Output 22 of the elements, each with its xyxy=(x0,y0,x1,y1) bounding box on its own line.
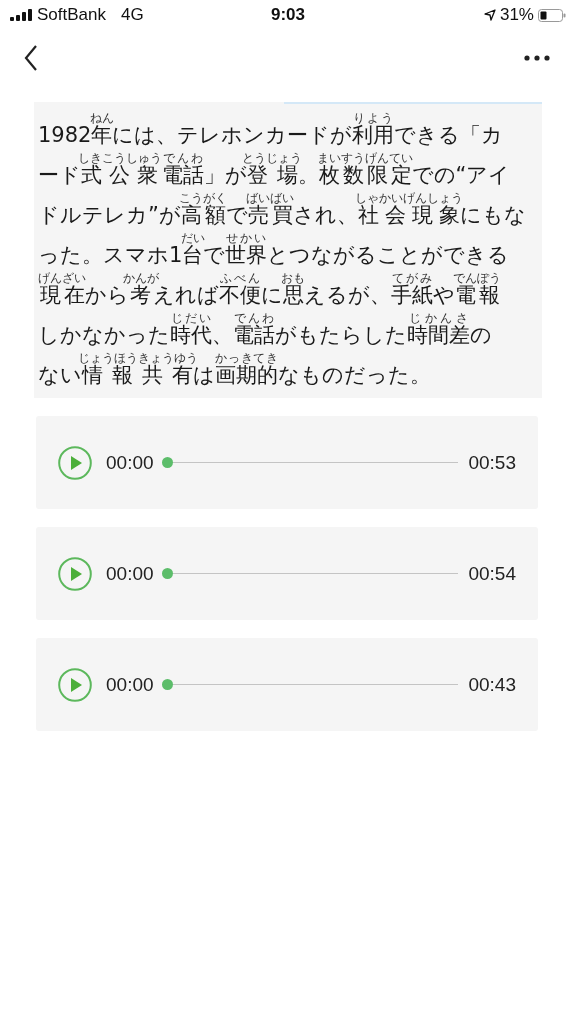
progress-thumb[interactable] xyxy=(161,568,173,579)
status-time: 9:03 xyxy=(269,5,306,25)
more-icon[interactable] xyxy=(524,55,550,61)
network-type: 4G xyxy=(121,5,144,25)
duration-time: 00:43 xyxy=(468,673,516,696)
carrier-name: SoftBank xyxy=(37,5,106,25)
back-icon[interactable] xyxy=(24,45,38,71)
current-time: 00:00 xyxy=(106,451,154,474)
current-time: 00:00 xyxy=(106,562,154,585)
duration-time: 00:54 xyxy=(468,562,516,585)
battery-icon xyxy=(538,8,566,22)
current-time: 00:00 xyxy=(106,673,154,696)
passage-text: 1982年 ねん には、テレホンカードが利用 りよう できる「カ ード式公衆 しきこうしゅう 電話 でんわ 」が登場 とうじょう 。枚数限定 まいすうげんてい での“アイ ドルテレカ”が高額 こうがく で売買 ばいばい され、社会現象 しゃかいげんしょう にもな った。スマホ1台 だい で世界 せかい とつながることができる 現在 げんざい から考 かんが えれば不便 ふべん に思 おも えるが、手紙 てがみ や電報 でんぽう しかなかった時代 じだい 、電話 でんわ がもたらした時間差 じかんさ の ない情報 じょうほう 共有 きょうゆう は画期的 かっきてき なものだった。 xyxy=(37,110,527,389)
duration-time: 00:53 xyxy=(468,451,516,474)
battery-percent: 31% xyxy=(499,5,534,25)
play-icon[interactable] xyxy=(58,667,92,702)
location-icon xyxy=(483,9,496,21)
play-icon[interactable] xyxy=(58,556,92,591)
play-icon[interactable] xyxy=(58,445,92,480)
progress-thumb[interactable] xyxy=(161,457,173,468)
progress-thumb[interactable] xyxy=(161,679,173,690)
signal-icon xyxy=(10,9,32,21)
